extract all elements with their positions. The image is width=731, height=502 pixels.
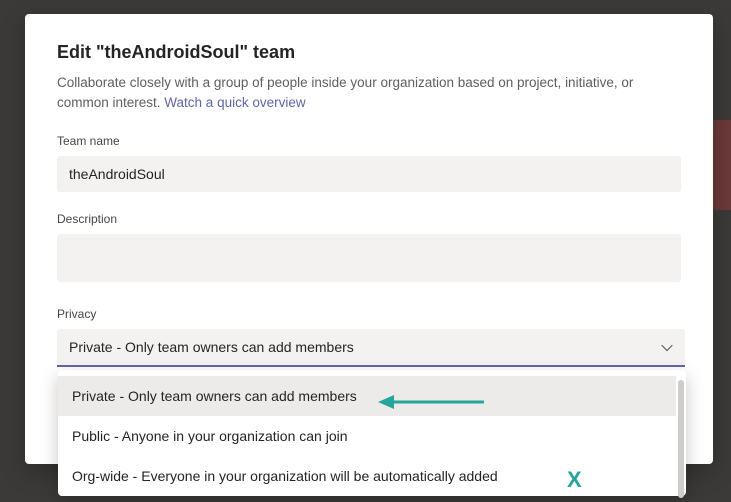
subtitle-text: Collaborate closely with a group of peop… bbox=[57, 75, 633, 110]
privacy-select[interactable]: Private - Only team owners can add membe… bbox=[57, 329, 685, 367]
privacy-label: Privacy bbox=[57, 307, 681, 321]
privacy-dropdown: Private - Only team owners can add membe… bbox=[58, 370, 686, 496]
dropdown-option-orgwide[interactable]: Org-wide - Everyone in your organization… bbox=[58, 456, 676, 496]
privacy-selected-value: Private - Only team owners can add membe… bbox=[69, 339, 354, 355]
team-name-input[interactable] bbox=[57, 156, 681, 192]
modal-subtitle: Collaborate closely with a group of peop… bbox=[57, 73, 681, 112]
dropdown-option-public[interactable]: Public - Anyone in your organization can… bbox=[58, 416, 676, 456]
team-name-field: Team name bbox=[57, 134, 681, 192]
team-name-label: Team name bbox=[57, 134, 681, 148]
description-field: Description bbox=[57, 212, 681, 287]
description-label: Description bbox=[57, 212, 681, 226]
description-input[interactable] bbox=[57, 234, 681, 282]
dropdown-option-private[interactable]: Private - Only team owners can add membe… bbox=[58, 376, 676, 416]
dropdown-scrollbar[interactable] bbox=[678, 380, 684, 498]
privacy-field: Privacy Private - Only team owners can a… bbox=[57, 307, 681, 367]
quick-overview-link[interactable]: Watch a quick overview bbox=[164, 95, 305, 110]
modal-title: Edit "theAndroidSoul" team bbox=[57, 42, 681, 63]
chevron-down-icon bbox=[661, 339, 673, 355]
